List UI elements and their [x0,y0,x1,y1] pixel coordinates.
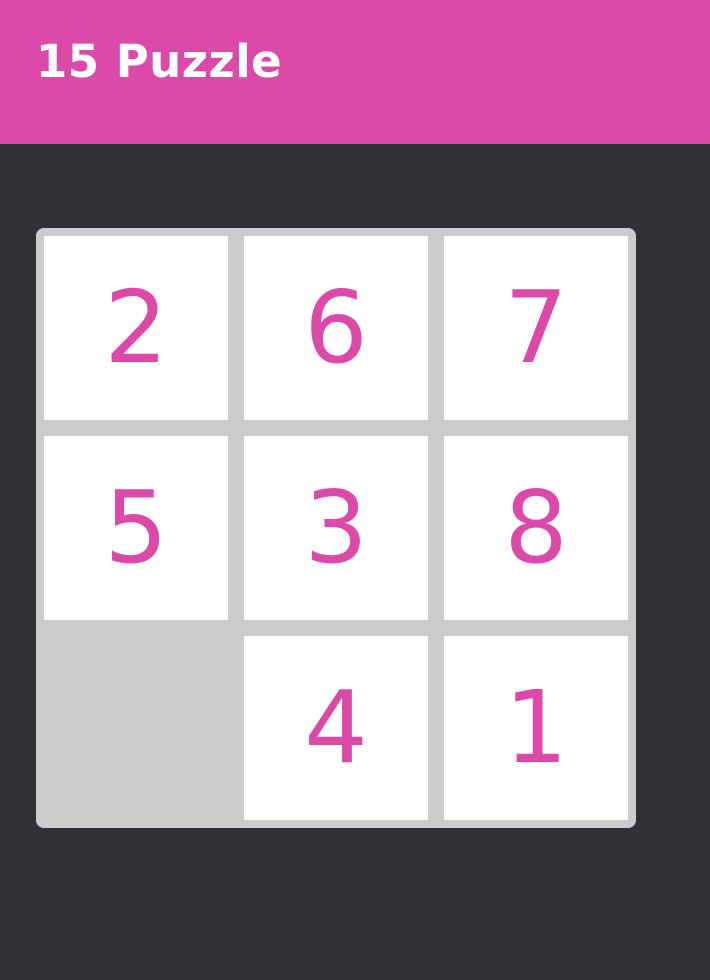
app-title: 15 Puzzle [36,35,283,88]
puzzle-tile[interactable]: 3 [244,436,428,620]
puzzle-tile[interactable]: 7 [444,236,628,420]
puzzle-tile[interactable]: 6 [244,236,428,420]
empty-slot [44,636,228,820]
puzzle-board: 2 6 7 5 3 8 4 1 [36,228,636,828]
app-bar: 15 Puzzle [0,0,710,144]
puzzle-tile[interactable]: 4 [244,636,428,820]
puzzle-tile[interactable]: 1 [444,636,628,820]
puzzle-tile[interactable]: 2 [44,236,228,420]
puzzle-tile[interactable]: 5 [44,436,228,620]
puzzle-tile[interactable]: 8 [444,436,628,620]
